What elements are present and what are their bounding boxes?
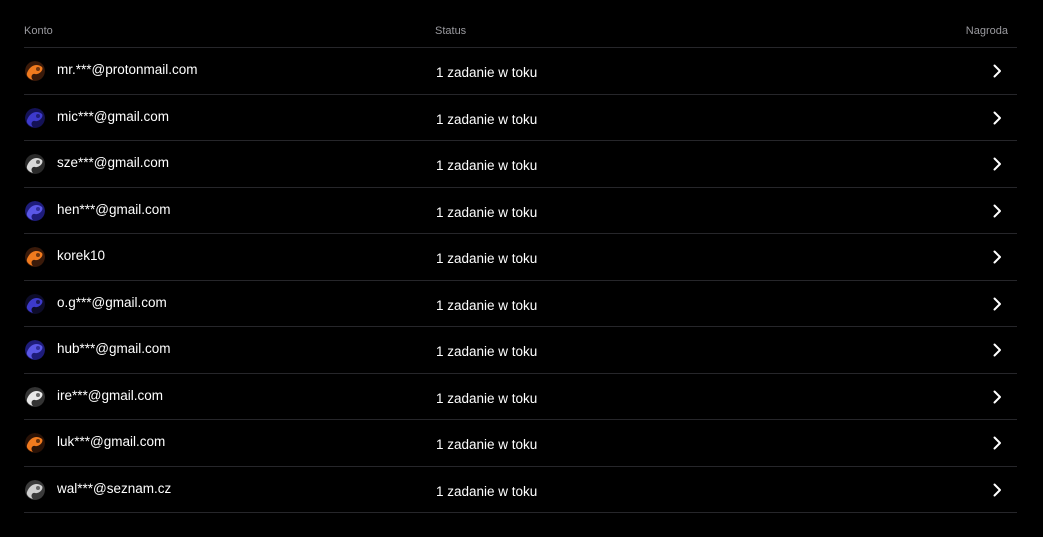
column-header-status: Status [435, 25, 467, 37]
status-text: 1 zadanie w toku [436, 204, 538, 220]
account-email: sze***@gmail.com [57, 155, 169, 170]
status-text: 1 zadanie w toku [436, 65, 538, 80]
status-text: 1 zadanie w toku [436, 251, 538, 266]
table-row[interactable]: o.g***@gmail.com 1 zadanie w toku [24, 281, 1017, 327]
account-email: hub***@gmail.com [57, 341, 171, 356]
table-body: mr.***@protonmail.com 1 zadanie w toku mic… [24, 48, 1017, 513]
table-row[interactable]: hub***@gmail.com 1 zadanie w toku [24, 327, 1017, 374]
table-row[interactable]: hen***@gmail.com 1 zadanie w toku [24, 188, 1017, 234]
chevron-right-icon[interactable] [991, 342, 1003, 358]
chevron-right-icon[interactable] [991, 249, 1003, 265]
chevron-right-icon[interactable] [991, 110, 1003, 126]
avatar [25, 433, 45, 453]
avatar [25, 386, 45, 407]
status-text: 1 zadanie w toku [436, 437, 538, 452]
status-text: 1 zadanie w toku [436, 344, 538, 359]
avatar [25, 154, 45, 174]
account-email: hen***@gmail.com [57, 201, 171, 217]
chevron-right-icon[interactable] [991, 389, 1003, 405]
table-row[interactable]: luk***@gmail.com 1 zadanie w toku [24, 420, 1017, 467]
account-email: mr.***@protonmail.com [57, 62, 198, 77]
table-header: Konto Status Nagroda [24, 0, 1017, 48]
account-email: korek10 [57, 248, 106, 263]
chevron-right-icon[interactable] [991, 63, 1003, 79]
table-row[interactable]: mr.***@protonmail.com 1 zadanie w toku [24, 48, 1017, 95]
account-email: wal***@seznam.cz [57, 480, 172, 496]
table-row[interactable]: ire***@gmail.com 1 zadanie w toku [24, 374, 1017, 420]
table-row[interactable]: mic***@gmail.com 1 zadanie w toku [24, 95, 1017, 141]
status-text: 1 zadanie w toku [436, 483, 538, 499]
avatar [25, 293, 45, 314]
table-row[interactable]: korek10 1 zadanie w toku [24, 234, 1017, 281]
avatar [25, 340, 45, 360]
status-text: 1 zadanie w toku [436, 390, 538, 406]
chevron-right-icon[interactable] [991, 203, 1003, 219]
account-email: o.g***@gmail.com [57, 294, 167, 310]
table-row[interactable]: sze***@gmail.com 1 zadanie w toku [24, 141, 1017, 188]
account-email: luk***@gmail.com [57, 434, 166, 449]
status-text: 1 zadanie w toku [436, 158, 538, 173]
account-email: ire***@gmail.com [57, 387, 163, 403]
account-email: mic***@gmail.com [57, 108, 169, 124]
status-text: 1 zadanie w toku [436, 297, 538, 313]
chevron-right-icon[interactable] [991, 435, 1003, 451]
chevron-right-icon[interactable] [991, 296, 1003, 312]
avatar [25, 61, 45, 81]
avatar [25, 247, 45, 267]
column-header-reward: Nagroda [965, 25, 1008, 37]
avatar [25, 200, 45, 221]
chevron-right-icon[interactable] [991, 482, 1003, 498]
chevron-right-icon[interactable] [991, 156, 1003, 172]
column-header-account: Konto [24, 25, 53, 37]
accounts-table: Konto Status Nagroda mr.***@protonmail.c… [24, 0, 1017, 513]
avatar [25, 479, 45, 500]
status-text: 1 zadanie w toku [436, 111, 538, 127]
table-row[interactable]: wal***@seznam.cz 1 zadanie w toku [24, 467, 1017, 513]
avatar [25, 107, 45, 128]
